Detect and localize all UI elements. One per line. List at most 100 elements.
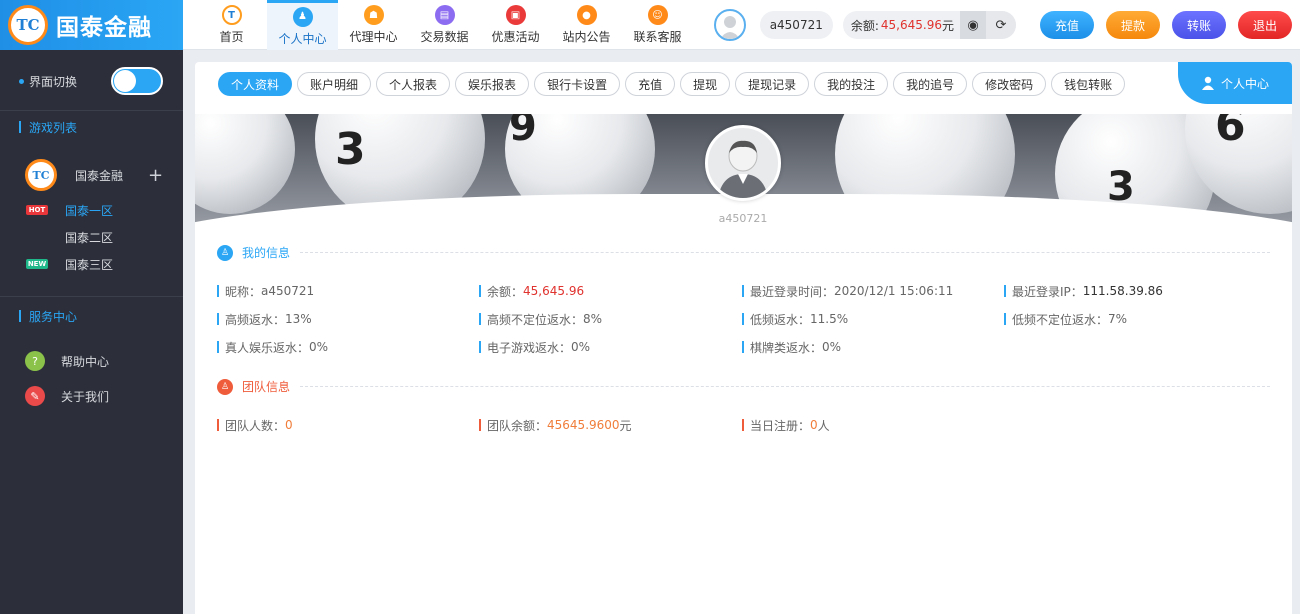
- info-label: 最近登录IP：: [1012, 284, 1083, 299]
- edit-icon: ✎: [25, 386, 45, 406]
- hot-badge: HOT: [26, 205, 48, 215]
- balance-pill: 余额: 45,645.96 元 ◉ ⟳: [842, 11, 1016, 39]
- label-bar: [479, 313, 481, 325]
- eye-icon[interactable]: ◉: [960, 11, 986, 39]
- transfer-button[interactable]: 转账: [1172, 11, 1226, 39]
- nav-label: 优惠活动: [491, 30, 540, 44]
- user-circle-icon: ♙: [217, 244, 233, 261]
- ball-number: 6: [1215, 114, 1246, 151]
- logout-button[interactable]: 退出: [1238, 11, 1292, 39]
- sidebar-item-zone-3[interactable]: NEW 国泰三区: [0, 256, 183, 272]
- nav-label: 交易数据: [420, 30, 469, 44]
- brand-mark: TC: [8, 5, 48, 45]
- nav-trade-data[interactable]: ▤ 交易数据: [409, 0, 480, 50]
- dashed-divider: [300, 386, 1270, 387]
- platform-logo: TC: [25, 159, 57, 191]
- info-label: 高频不定位返水：: [487, 312, 584, 327]
- recharge-button[interactable]: 充值: [1040, 11, 1094, 39]
- nav-home[interactable]: T 首页: [196, 0, 267, 50]
- info-value: 13%: [285, 312, 312, 326]
- info-value: 0%: [571, 340, 591, 354]
- person-icon: [1201, 76, 1214, 90]
- sidebar-item-help[interactable]: ? 帮助中心: [0, 351, 183, 371]
- ball-number: 3: [335, 124, 366, 175]
- refresh-icon[interactable]: ⟳: [986, 11, 1016, 39]
- tab-personal-report[interactable]: 个人报表: [376, 72, 451, 96]
- tab-personal-info[interactable]: 个人资料: [218, 72, 293, 96]
- main-nav: T 首页 ♟ 个人中心 ☗ 代理中心 ▤ 交易数据 ▣ 优惠活动 ● 站内公告 …: [196, 0, 693, 50]
- tab-bank-card[interactable]: 银行卡设置: [534, 72, 621, 96]
- toggle-knob: [114, 70, 136, 92]
- info-label: 电子游戏返水：: [487, 340, 572, 355]
- platform-name: 国泰金融: [75, 168, 124, 183]
- info-row: 昵称： a450721 余额： 45,645.96 最近登录时间： 2020/1…: [217, 283, 1270, 299]
- label-bar: [217, 285, 219, 297]
- profile-username: a450721: [718, 212, 768, 225]
- label-bar: [217, 419, 219, 431]
- tab-account-details[interactable]: 账户明细: [297, 72, 372, 96]
- info-value: 0%: [822, 340, 842, 354]
- notice-icon: ●: [576, 5, 597, 25]
- tab-my-chase[interactable]: 我的追号: [893, 72, 968, 96]
- team-balance: 团队余额： 45645.9600 元: [479, 417, 632, 433]
- nav-label: 首页: [219, 30, 244, 44]
- nav-support[interactable]: ☺ 联系客服: [622, 0, 693, 50]
- info-label: 团队人数：: [225, 418, 286, 433]
- info-hf-rebate: 高频返水： 13%: [217, 311, 312, 327]
- tab-my-bets[interactable]: 我的投注: [814, 72, 889, 96]
- info-value: 45,645.96: [523, 284, 585, 298]
- tab-wallet-transfer[interactable]: 钱包转账: [1051, 72, 1126, 96]
- withdraw-button[interactable]: 提款: [1106, 11, 1160, 39]
- label-bar: [1004, 313, 1006, 325]
- games-section-title: 游戏列表: [0, 119, 183, 135]
- label-bar: [479, 285, 481, 297]
- nav-agent-center[interactable]: ☗ 代理中心: [338, 0, 409, 50]
- plus-icon[interactable]: +: [148, 165, 163, 186]
- info-row: 真人娱乐返水： 0% 电子游戏返水： 0% 棋牌类返水： 0%: [217, 339, 1270, 355]
- info-unit: 人: [817, 418, 830, 433]
- about-label: 关于我们: [61, 389, 110, 404]
- info-value: 111.58.39.86: [1082, 284, 1163, 298]
- sidebar-divider: [0, 110, 183, 111]
- balance-amount: 45,645.96: [880, 18, 942, 32]
- info-hf-unfixed-rebate: 高频不定位返水： 8%: [479, 311, 602, 327]
- nav-promotions[interactable]: ▣ 优惠活动: [480, 0, 551, 50]
- platform-row[interactable]: TC 国泰金融 +: [0, 158, 183, 192]
- dashed-divider: [300, 252, 1270, 253]
- sidebar: 界面切换 游戏列表 TC 国泰金融 + HOT 国泰一区 国泰二区 NEW 国泰…: [0, 50, 183, 614]
- balance-label: 余额:: [850, 18, 879, 33]
- team-icon: ♙: [217, 378, 233, 395]
- nav-personal-center[interactable]: ♟ 个人中心: [267, 0, 338, 50]
- user-avatar[interactable]: [713, 9, 746, 41]
- sidebar-item-zone-1[interactable]: HOT 国泰一区: [0, 202, 183, 218]
- tab-change-password[interactable]: 修改密码: [972, 72, 1047, 96]
- help-label: 帮助中心: [61, 354, 110, 369]
- tab-recharge[interactable]: 充值: [625, 72, 676, 96]
- section-bar: [19, 310, 21, 322]
- empty-badge: [26, 232, 48, 242]
- nav-label: 联系客服: [633, 30, 682, 44]
- tab-withdraw-records[interactable]: 提现记录: [735, 72, 810, 96]
- info-value: 45645.9600: [547, 418, 620, 432]
- profile-avatar[interactable]: [705, 125, 781, 201]
- info-label: 余额：: [487, 284, 524, 299]
- agent-icon: ☗: [363, 5, 384, 25]
- ball-number: 9: [509, 114, 537, 150]
- sidebar-item-about[interactable]: ✎ 关于我们: [0, 386, 183, 406]
- label-bar: [217, 341, 219, 353]
- info-nickname: 昵称： a450721: [217, 283, 314, 299]
- info-label: 低频不定位返水：: [1012, 312, 1109, 327]
- sidebar-item-zone-2[interactable]: 国泰二区: [0, 229, 183, 245]
- info-row: 团队人数： 0 团队余额： 45645.9600 元 当日注册： 0 人: [217, 417, 1270, 433]
- info-label: 昵称：: [225, 284, 262, 299]
- question-icon: ?: [25, 351, 45, 371]
- tab-withdraw[interactable]: 提现: [680, 72, 731, 96]
- label-bar: [742, 341, 744, 353]
- info-chess-rebate: 棋牌类返水： 0%: [742, 339, 841, 355]
- sidebar-divider: [0, 296, 183, 297]
- brand-logo[interactable]: TC 国泰金融: [0, 0, 183, 50]
- theme-toggle[interactable]: [111, 67, 163, 95]
- tab-entertainment-report[interactable]: 娱乐报表: [455, 72, 530, 96]
- nav-notices[interactable]: ● 站内公告: [551, 0, 622, 50]
- zone-label: 国泰二区: [65, 230, 114, 245]
